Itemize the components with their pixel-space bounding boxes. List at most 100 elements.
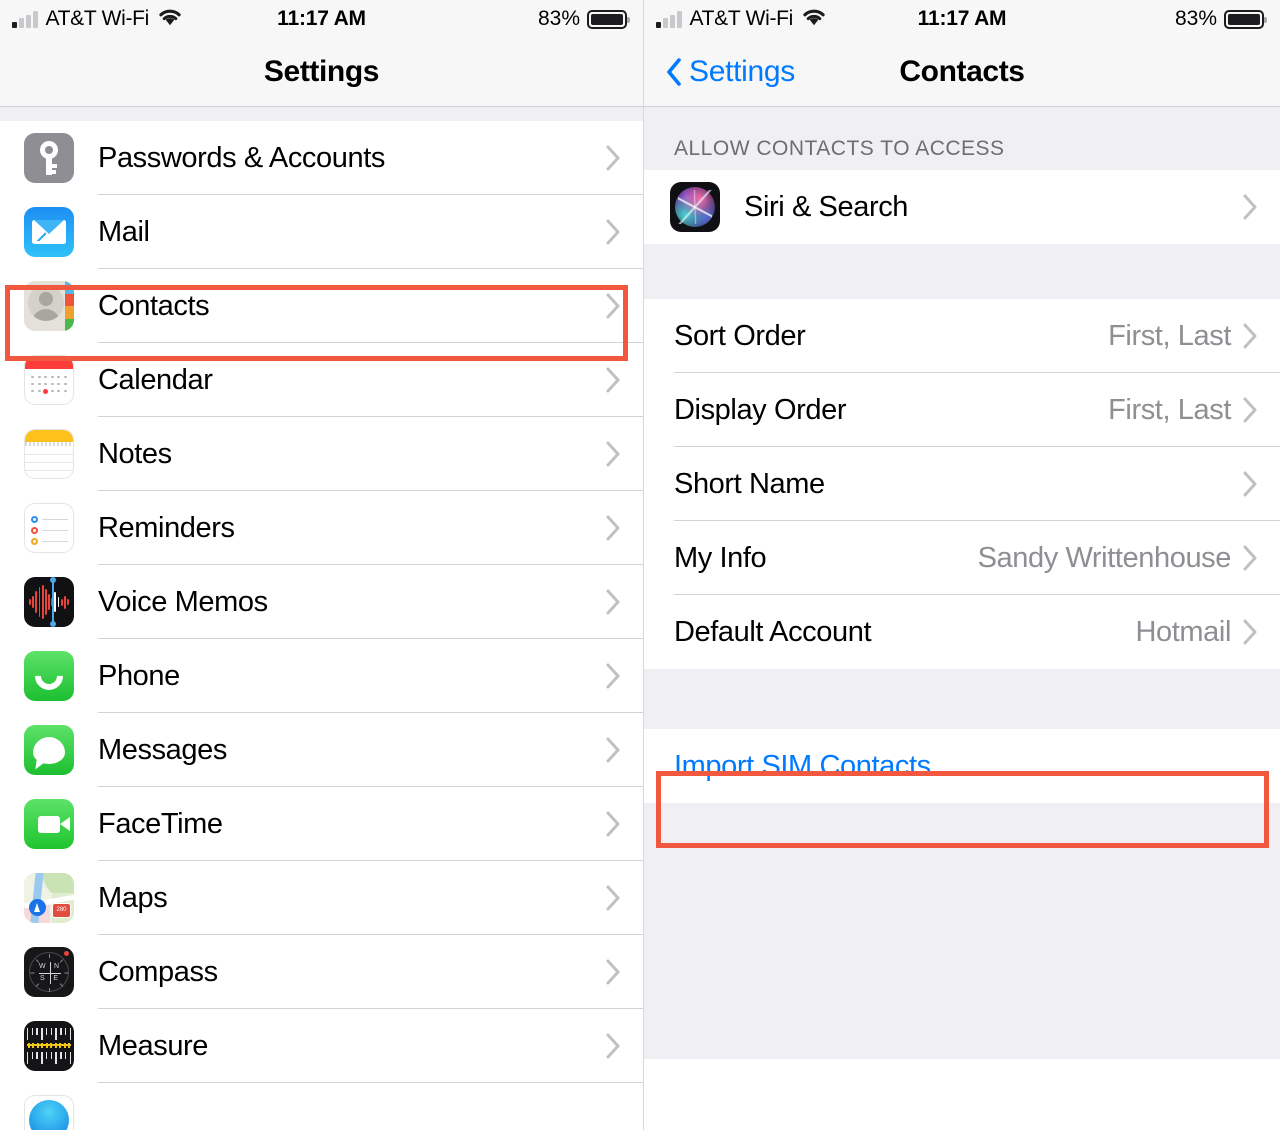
chevron-right-icon [606, 367, 621, 393]
battery-icon [1224, 9, 1267, 29]
siri-icon [670, 182, 720, 232]
allow-access-group: Siri & Search [644, 170, 1280, 244]
sidebar-item-label: FaceTime [98, 807, 223, 840]
contacts-icon [24, 281, 74, 331]
chevron-right-icon [606, 293, 621, 319]
list-item-display-order[interactable]: Display Order First, Last [644, 373, 1280, 447]
battery-percent-label: 83% [1174, 7, 1217, 30]
chevron-right-icon [1243, 619, 1258, 645]
sidebar-item-label: Calendar [98, 363, 213, 396]
chevron-right-icon [1243, 194, 1258, 220]
mail-icon [24, 207, 74, 257]
chevron-right-icon [606, 1033, 621, 1059]
chevron-right-icon [1243, 471, 1258, 497]
back-button-settings[interactable]: Settings [658, 55, 795, 89]
messages-icon [24, 725, 74, 775]
list-item-sort-order[interactable]: Sort Order First, Last [644, 299, 1280, 373]
sidebar-item-label: Measure [98, 1029, 209, 1062]
chevron-right-icon [606, 589, 621, 615]
import-sim-contacts-button[interactable]: Import SIM Contacts [644, 729, 1280, 803]
settings-list: Passwords & Accounts Mail Contacts Calen… [0, 121, 643, 1130]
chevron-right-icon [606, 959, 621, 985]
sidebar-item-measure[interactable]: Measure [0, 1009, 643, 1083]
sidebar-item-mail[interactable]: Mail [0, 195, 643, 269]
sidebar-item-passwords-accounts[interactable]: Passwords & Accounts [0, 121, 643, 195]
chevron-right-icon [1243, 323, 1258, 349]
measure-icon [24, 1021, 74, 1071]
list-top-gap-left [0, 107, 643, 121]
chevron-right-icon [606, 515, 621, 541]
sidebar-item-label: Mail [98, 215, 150, 248]
status-bar-left: AT&T Wi-Fi 11:17 AM 83% [0, 0, 643, 38]
sidebar-item-label: Notes [98, 437, 172, 470]
sidebar-item-label: Compass [98, 955, 218, 988]
sidebar-item-compass[interactable]: W N S E Compass [0, 935, 643, 1009]
sidebar-item-label: Maps [98, 881, 168, 914]
list-item-value: Sandy Writtenhouse [977, 541, 1232, 574]
calendar-icon [24, 355, 74, 405]
status-bar-right-group: 83% [537, 7, 630, 31]
sidebar-item-notes[interactable]: Notes [0, 417, 643, 491]
list-item-short-name[interactable]: Short Name [644, 447, 1280, 521]
nav-bar-left: Settings [0, 38, 643, 107]
list-item-siri-search[interactable]: Siri & Search [644, 170, 1280, 244]
status-bar-right-group: 83% [1174, 7, 1267, 31]
battery-icon [587, 9, 630, 29]
section-header-allow-access: ALLOW CONTACTS TO ACCESS [644, 107, 1280, 170]
list-item-label: Default Account [674, 615, 872, 648]
chevron-right-icon [606, 663, 621, 689]
sidebar-item-maps[interactable]: 280 Maps [0, 861, 643, 935]
chevron-right-icon [606, 441, 621, 467]
list-item-value: First, Last [1108, 319, 1231, 352]
list-item-my-info[interactable]: My Info Sandy Writtenhouse [644, 521, 1280, 595]
phone-icon [24, 651, 74, 701]
section-gap-1 [644, 244, 1280, 299]
maps-icon: 280 [24, 873, 74, 923]
notes-icon [24, 429, 74, 479]
import-sim-contacts-label: Import SIM Contacts [674, 749, 931, 782]
chevron-left-icon [666, 58, 682, 86]
battery-percent-label: 83% [537, 7, 580, 30]
chevron-right-icon [606, 737, 621, 763]
sidebar-item-partial-safari[interactable] [0, 1083, 643, 1130]
chevron-right-icon [606, 145, 621, 171]
sidebar-item-label: Phone [98, 659, 180, 692]
list-item-label: Display Order [674, 393, 847, 426]
chevron-right-icon [606, 219, 621, 245]
bottom-filler [644, 803, 1280, 1059]
list-item-label: Siri & Search [744, 190, 909, 223]
sidebar-item-label: Voice Memos [98, 585, 268, 618]
sidebar-item-contacts[interactable]: Contacts [0, 269, 643, 343]
back-button-label: Settings [689, 55, 795, 88]
import-group: Import SIM Contacts [644, 729, 1280, 803]
dual-screenshot: AT&T Wi-Fi 11:17 AM 83% Settings Passwor… [0, 0, 1280, 1130]
facetime-icon [24, 799, 74, 849]
reminders-icon [24, 503, 74, 553]
nav-bar-right: Settings Contacts [644, 38, 1280, 107]
right-panel-contacts: AT&T Wi-Fi 11:17 AM 83% Settings Contact… [643, 0, 1280, 1130]
chevron-right-icon [1243, 397, 1258, 423]
list-item-label: My Info [674, 541, 767, 574]
sidebar-item-label: Reminders [98, 511, 235, 544]
chevron-right-icon [606, 811, 621, 837]
sidebar-item-label: Contacts [98, 289, 210, 322]
status-bar-right: AT&T Wi-Fi 11:17 AM 83% [644, 0, 1280, 38]
chevron-right-icon [606, 885, 621, 911]
sidebar-item-calendar[interactable]: Calendar [0, 343, 643, 417]
sidebar-item-reminders[interactable]: Reminders [0, 491, 643, 565]
sidebar-item-messages[interactable]: Messages [0, 713, 643, 787]
sidebar-item-phone[interactable]: Phone [0, 639, 643, 713]
contacts-settings-group: Sort Order First, Last Display Order Fir… [644, 299, 1280, 669]
page-title-settings: Settings [263, 55, 380, 88]
sidebar-item-label: Passwords & Accounts [98, 141, 385, 174]
sidebar-item-label: Messages [98, 733, 227, 766]
section-gap-2 [644, 669, 1280, 729]
list-item-label: Sort Order [674, 319, 806, 352]
safari-icon [24, 1095, 74, 1130]
sidebar-item-facetime[interactable]: FaceTime [0, 787, 643, 861]
passwords-icon [24, 133, 74, 183]
list-item-default-account[interactable]: Default Account Hotmail [644, 595, 1280, 669]
sidebar-item-voice-memos[interactable]: Voice Memos [0, 565, 643, 639]
voice-memos-icon [24, 577, 74, 627]
chevron-right-icon [1243, 545, 1258, 571]
